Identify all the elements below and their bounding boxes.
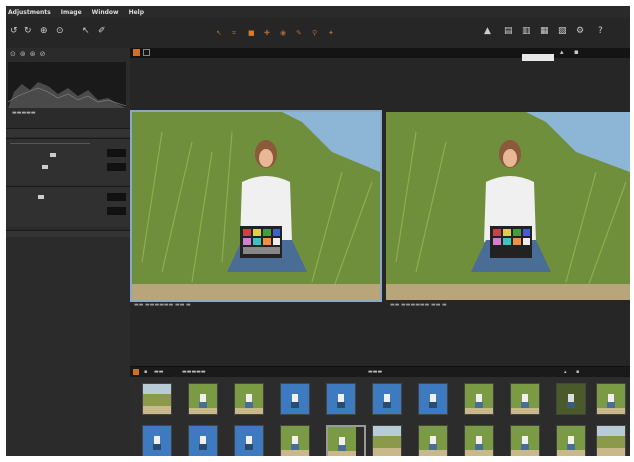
slider-track[interactable] [10, 143, 90, 144]
thumbnail[interactable] [142, 383, 172, 415]
meta-icon[interactable]: ⊘ [40, 50, 46, 58]
image-browser: ▪ ▬▬ ▬▬▬▬▬ ▬▬▬ ▴ ▪ [130, 366, 630, 456]
tooltip [522, 54, 554, 61]
warning-icon[interactable]: ▲ [484, 26, 491, 36]
section-divider [6, 230, 130, 237]
thumbnail[interactable] [280, 383, 310, 415]
browser-sort-label[interactable]: ▬▬ [154, 369, 163, 375]
brush-icon[interactable]: ✐ [98, 26, 106, 36]
menu-image[interactable]: Image [61, 9, 82, 16]
undo-icon[interactable]: ↺ [10, 26, 18, 36]
thumbnail[interactable] [510, 383, 540, 415]
browser-view-icon[interactable]: ▴ [564, 369, 567, 375]
viewer-option-icon[interactable]: ▪ [574, 48, 579, 56]
thumbnail[interactable] [596, 383, 626, 415]
left-panel-tabs: ⊙ ⊚ ⊛ ⊘ [10, 50, 46, 58]
browser-count-label: ▬▬▬ [368, 369, 383, 375]
menu-window[interactable]: Window [92, 9, 119, 16]
image-viewer: ▴ ▪ ▬▬ ▬▬▬▬▬▬ ▬▬ ▬ ▬▬ ▬▬▬▬▬▬ ▬▬ ▬ [130, 48, 630, 366]
settings-icon[interactable]: ⚙ [576, 26, 584, 36]
thumbnail[interactable] [510, 425, 540, 456]
browser-filter-label[interactable]: ▬▬▬▬▬ [182, 369, 206, 375]
exposure-section [6, 138, 130, 185]
viewer-mode-icon[interactable] [133, 49, 140, 56]
thumbnail[interactable] [372, 425, 402, 456]
export-icon[interactable]: ⊙ [56, 26, 64, 36]
thumbnail[interactable] [556, 383, 586, 415]
value-field[interactable] [107, 193, 126, 201]
slider-knob[interactable] [50, 153, 56, 157]
thumbnail[interactable] [418, 383, 448, 415]
app-window: Adjustments Image Window Help ↺ ↻ ⊕ ⊙ ↖ … [6, 6, 630, 456]
thumbnail-selected[interactable] [326, 425, 366, 456]
compare-icon[interactable]: ▥ [522, 26, 531, 36]
compare-mode-icon[interactable] [143, 49, 150, 56]
left-panel: ⊙ ⊚ ⊛ ⊘ ▬▬▬▬▬ [6, 48, 131, 456]
photo-girl-with-chart [386, 112, 630, 300]
library-icon[interactable]: ⊙ [10, 50, 16, 58]
help-icon[interactable]: ? [598, 26, 603, 36]
thumbnail[interactable] [418, 425, 448, 456]
secondary-image-info: ▬▬ ▬▬▬▬▬▬ ▬▬ ▬ [390, 302, 447, 308]
folder-icon[interactable]: ⊚ [20, 50, 26, 58]
thumbnail[interactable] [556, 425, 586, 456]
print-icon[interactable]: ▤ [504, 26, 513, 36]
viewer-header: ▴ ▪ [130, 48, 630, 58]
viewer-option-icon[interactable]: ▴ [560, 48, 564, 56]
thumbnail[interactable] [142, 425, 172, 456]
thumbnail[interactable] [234, 383, 264, 415]
primary-image-info: ▬▬ ▬▬▬▬▬▬ ▬▬ ▬ [134, 302, 191, 308]
photo-girl-with-chart [132, 112, 380, 300]
browser-sort-icon[interactable]: ▪ [144, 369, 147, 375]
thumbnail[interactable] [372, 383, 402, 415]
mask-tool-icon[interactable]: ✎ [296, 28, 302, 38]
redeye-tool-icon[interactable]: ◉ [280, 28, 286, 38]
slider-knob[interactable] [42, 165, 48, 169]
redo-icon[interactable]: ↻ [24, 26, 32, 36]
straighten-tool-icon[interactable]: ■ [248, 28, 255, 38]
crop-tool-icon[interactable]: ⌗ [232, 28, 236, 38]
primary-image[interactable] [130, 110, 382, 302]
value-field[interactable] [107, 149, 126, 157]
levels-section [6, 186, 130, 227]
slider-knob[interactable] [38, 195, 44, 199]
thumbnail[interactable] [280, 425, 310, 456]
browser-view-icon[interactable]: ▪ [576, 369, 579, 375]
thumbnail[interactable] [326, 383, 356, 415]
eyedropper-tool-icon[interactable]: ✦ [328, 28, 334, 38]
wb-picker-tool-icon[interactable]: ⚲ [312, 28, 317, 38]
thumbnail[interactable] [596, 425, 626, 456]
value-field[interactable] [107, 163, 126, 171]
thumbnail[interactable] [234, 425, 264, 456]
thumbnail[interactable] [188, 425, 218, 456]
thumbnail[interactable] [464, 425, 494, 456]
retouch-tool-icon[interactable]: ✚ [264, 28, 270, 38]
adjust-icon[interactable]: ⊛ [30, 50, 36, 58]
toolbar: ↺ ↻ ⊕ ⊙ ↖ ✐ ↖ ⌗ ■ ✚ ◉ ✎ ⚲ ✦ ▲ ▤ ▥ ▦ ▧ ⚙ … [6, 18, 630, 49]
histogram [8, 62, 126, 108]
secondary-image[interactable] [386, 112, 630, 300]
menu-bar: Adjustments Image Window Help [6, 6, 630, 18]
share-icon[interactable]: ▦ [540, 26, 549, 36]
value-field[interactable] [107, 207, 126, 215]
cursor-icon[interactable]: ↖ [82, 26, 90, 36]
export2-icon[interactable]: ▧ [558, 26, 567, 36]
browser-header: ▪ ▬▬ ▬▬▬▬▬ ▬▬▬ ▴ ▪ [130, 367, 630, 377]
histogram-caption: ▬▬▬▬▬ [12, 110, 36, 116]
import-icon[interactable]: ⊕ [40, 26, 48, 36]
thumbnail[interactable] [188, 383, 218, 415]
menu-adjustments[interactable]: Adjustments [8, 9, 51, 16]
menu-help[interactable]: Help [129, 9, 144, 16]
pointer-tool-icon[interactable]: ↖ [216, 28, 222, 38]
histogram-graph [8, 82, 126, 108]
section-header[interactable] [6, 128, 130, 137]
browser-mode-icon[interactable] [133, 369, 139, 375]
thumbnail[interactable] [464, 383, 494, 415]
